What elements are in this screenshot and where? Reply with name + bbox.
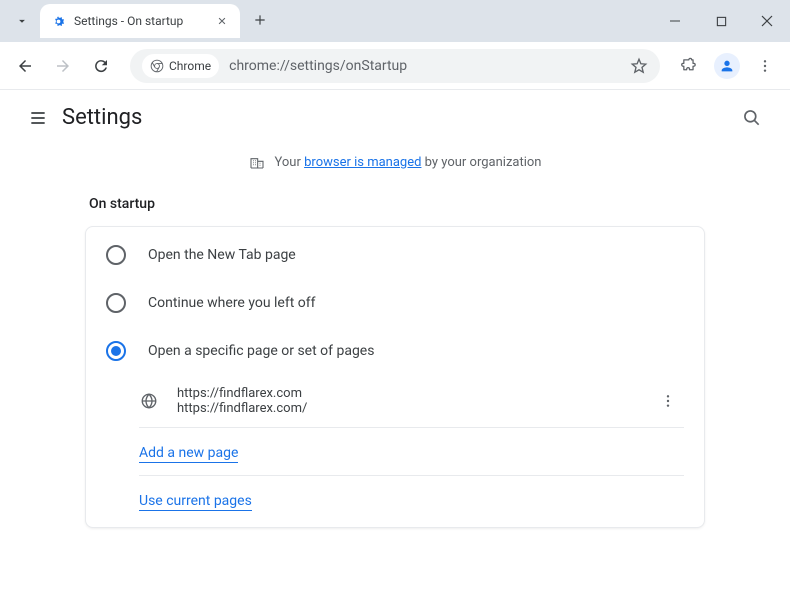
- window-titlebar: Settings - On startup: [0, 0, 790, 42]
- startup-card: Open the New Tab page Continue where you…: [85, 226, 705, 528]
- building-icon: [249, 154, 265, 170]
- managed-banner: Your browser is managed by your organiza…: [20, 146, 770, 186]
- puzzle-icon: [681, 57, 698, 74]
- gear-icon: [50, 13, 66, 29]
- radio-icon: [106, 245, 126, 265]
- url-text: chrome://settings/onStartup: [229, 58, 630, 74]
- chevron-down-icon: [15, 14, 29, 28]
- add-page-link[interactable]: Add a new page: [139, 445, 238, 463]
- use-current-link[interactable]: Use current pages: [139, 493, 252, 511]
- settings-content: Your browser is managed by your organiza…: [0, 146, 790, 528]
- radio-open-new-tab[interactable]: Open the New Tab page: [86, 231, 704, 279]
- reload-button[interactable]: [84, 49, 118, 83]
- maximize-button[interactable]: [698, 0, 744, 42]
- reload-icon: [92, 57, 110, 75]
- chrome-menu-button[interactable]: [748, 49, 782, 83]
- close-icon: [761, 15, 773, 27]
- page-entry-url: https://findflarex.com/: [177, 401, 634, 416]
- minimize-button[interactable]: [652, 0, 698, 42]
- forward-button[interactable]: [46, 49, 80, 83]
- section-title: On startup: [85, 186, 705, 226]
- extensions-button[interactable]: [672, 49, 706, 83]
- managed-text: Your browser is managed by your organiza…: [275, 155, 542, 170]
- close-icon: [217, 16, 227, 26]
- tab-close-button[interactable]: [214, 13, 230, 29]
- browser-tab[interactable]: Settings - On startup: [40, 4, 240, 38]
- plus-icon: [253, 13, 267, 27]
- dots-vertical-icon: [757, 58, 773, 74]
- tab-search-button[interactable]: [8, 7, 36, 35]
- on-startup-section: On startup Open the New Tab page Continu…: [85, 186, 705, 528]
- settings-header: Settings: [0, 90, 790, 146]
- window-controls: [652, 0, 790, 42]
- back-button[interactable]: [8, 49, 42, 83]
- page-more-button[interactable]: [652, 385, 684, 417]
- search-icon: [742, 108, 762, 128]
- bookmark-button[interactable]: [630, 57, 648, 75]
- arrow-right-icon: [54, 57, 72, 75]
- radio-continue[interactable]: Continue where you left off: [86, 279, 704, 327]
- tab-title: Settings - On startup: [74, 14, 214, 28]
- radio-specific-pages[interactable]: Open a specific page or set of pages: [86, 327, 704, 375]
- chrome-chip[interactable]: Chrome: [142, 54, 219, 78]
- search-settings-button[interactable]: [732, 98, 772, 138]
- profile-button[interactable]: [710, 49, 744, 83]
- arrow-left-icon: [16, 57, 34, 75]
- tab-area: Settings - On startup: [0, 0, 282, 42]
- add-page-row: Add a new page: [86, 428, 704, 475]
- managed-link[interactable]: browser is managed: [304, 155, 421, 170]
- new-tab-button[interactable]: [246, 6, 274, 34]
- address-bar[interactable]: Chrome chrome://settings/onStartup: [130, 49, 660, 83]
- star-icon: [630, 57, 648, 75]
- radio-icon: [106, 341, 126, 361]
- page-entry-title: https://findflarex.com: [177, 386, 634, 401]
- radio-label: Open a specific page or set of pages: [148, 343, 374, 359]
- avatar: [714, 53, 740, 79]
- minimize-icon: [669, 15, 681, 27]
- globe-icon: [139, 391, 159, 411]
- radio-label: Open the New Tab page: [148, 247, 296, 263]
- dots-vertical-icon: [660, 393, 676, 409]
- radio-icon: [106, 293, 126, 313]
- browser-toolbar: Chrome chrome://settings/onStartup: [0, 42, 790, 90]
- person-icon: [719, 58, 735, 74]
- use-current-row: Use current pages: [86, 476, 704, 523]
- menu-button[interactable]: [18, 98, 58, 138]
- page-title: Settings: [62, 105, 142, 130]
- chrome-icon: [150, 59, 164, 73]
- close-window-button[interactable]: [744, 0, 790, 42]
- chrome-chip-label: Chrome: [169, 59, 211, 73]
- page-info: https://findflarex.com https://findflare…: [177, 386, 634, 416]
- radio-label: Continue where you left off: [148, 295, 316, 311]
- maximize-icon: [716, 16, 727, 27]
- startup-page-row: https://findflarex.com https://findflare…: [86, 375, 704, 427]
- hamburger-icon: [28, 108, 48, 128]
